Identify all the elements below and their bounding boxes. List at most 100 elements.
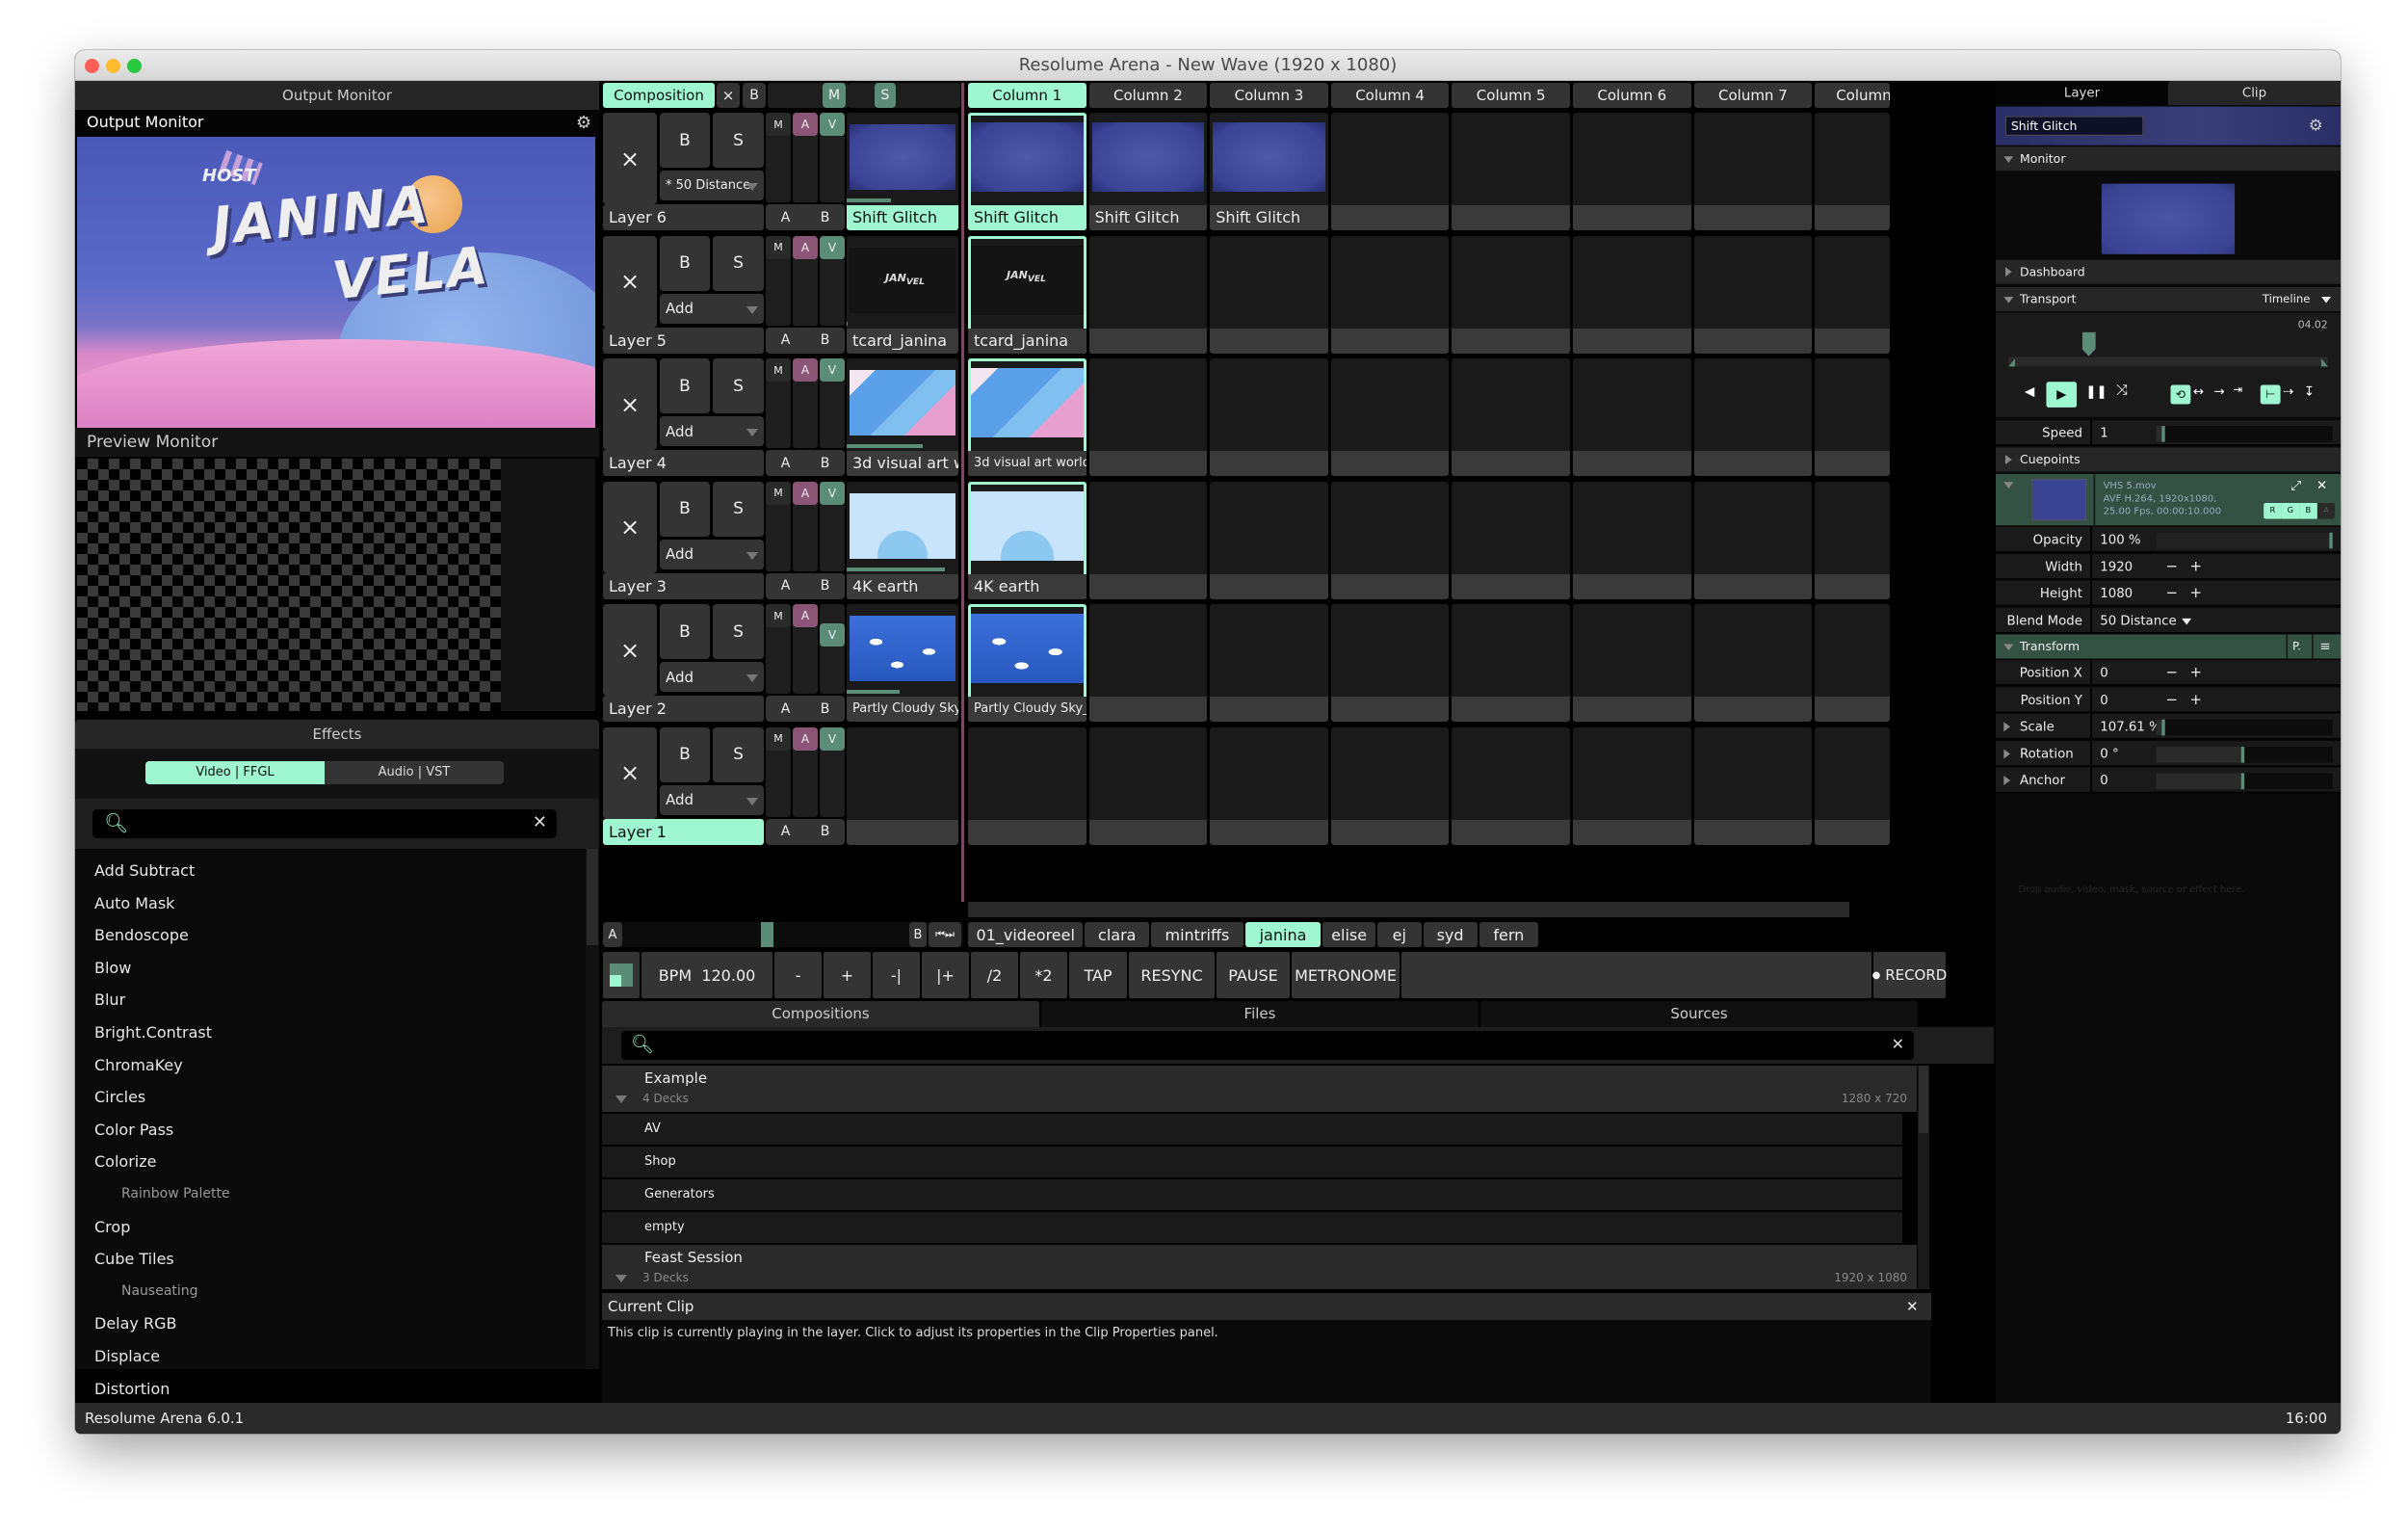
clip-slot[interactable] — [1088, 604, 1208, 722]
increment-button[interactable]: + — [2189, 581, 2202, 607]
layer-clear-button[interactable]: × — [603, 235, 657, 328]
effect-item[interactable]: Delay RGB — [75, 1307, 586, 1340]
close-current-clip-icon[interactable]: ✕ — [1906, 1293, 1919, 1320]
layer-solo-button[interactable]: S — [713, 358, 764, 413]
clip-slot[interactable] — [1088, 235, 1208, 354]
layer-crossfade-ab[interactable]: AB — [766, 204, 845, 230]
clip-slot[interactable] — [1088, 358, 1208, 476]
effect-item[interactable]: Cube Tiles — [75, 1243, 586, 1276]
effect-item[interactable]: Rainbow Palette — [75, 1178, 586, 1211]
crossfade-b[interactable]: B — [821, 701, 830, 717]
effect-item[interactable]: Displace — [75, 1340, 586, 1373]
composition-bypass-button[interactable]: B — [743, 83, 766, 108]
tempo-button[interactable]: |+ — [922, 952, 969, 998]
speed-slider[interactable] — [2156, 426, 2333, 442]
composition-button[interactable]: Composition — [603, 83, 715, 108]
clip-slot[interactable] — [1815, 481, 1891, 599]
bounce-icon[interactable]: ↔ — [2193, 383, 2204, 399]
layer-bypass-button[interactable]: B — [660, 481, 710, 537]
deck-tab[interactable]: mintriffs — [1151, 922, 1243, 947]
property-value[interactable]: 107.61 % — [2100, 714, 2161, 740]
effect-item[interactable]: Crop — [75, 1211, 586, 1244]
clip-slot[interactable] — [1210, 235, 1328, 354]
composition-group[interactable]: Feast Session 3 Decks 1920 x 1080 — [602, 1245, 1917, 1289]
clip-slot[interactable] — [1693, 358, 1813, 476]
chevron-down-icon[interactable] — [615, 1275, 627, 1282]
clip-slot[interactable] — [1452, 481, 1570, 599]
speed-value[interactable]: 1 — [2100, 420, 2107, 446]
clip-slot[interactable] — [1330, 604, 1450, 722]
trigger-mode-icon[interactable]: ⊢ — [2260, 384, 2281, 405]
property-value[interactable]: 1080 — [2100, 581, 2133, 607]
close-icon[interactable]: ✕ — [2316, 477, 2327, 492]
column-header[interactable]: Column 1 — [968, 83, 1086, 108]
clip-slot[interactable] — [1088, 481, 1208, 599]
crossfade-b[interactable]: B — [821, 578, 830, 594]
bpm-display[interactable]: BPM 120.00 — [641, 952, 772, 998]
property-slider[interactable] — [2156, 746, 2333, 763]
property-value[interactable]: 1920 — [2100, 554, 2133, 580]
clip-slot[interactable] — [1452, 604, 1570, 722]
tempo-button[interactable]: - — [774, 952, 822, 998]
layer-crossfade-ab[interactable]: AB — [766, 572, 845, 599]
tempo-button[interactable]: *2 — [1020, 952, 1067, 998]
deck-tab[interactable]: clara — [1085, 922, 1150, 947]
crossfader[interactable]: A B ⏮⏭ — [603, 922, 963, 947]
clip-slot[interactable]: Shift Glitch — [968, 113, 1086, 230]
column-header[interactable]: Column 8 — [1815, 83, 1891, 108]
effect-item[interactable]: Circles — [75, 1081, 586, 1114]
clip-slot[interactable] — [1452, 358, 1570, 476]
browser-tab[interactable]: Files — [1041, 1001, 1479, 1027]
clip-slot[interactable] — [1693, 235, 1813, 354]
layer-clear-button[interactable]: × — [603, 604, 657, 696]
tempo-button[interactable]: METRONOME — [1292, 952, 1400, 998]
column-header[interactable]: Column 4 — [1330, 83, 1450, 108]
tab-audio-vst[interactable]: Audio | VST — [325, 761, 504, 784]
timeline-in-marker[interactable] — [2008, 358, 2015, 367]
clip-slot[interactable] — [1210, 604, 1328, 722]
effect-item[interactable]: Bendoscope — [75, 919, 586, 952]
layer-clear-button[interactable]: × — [603, 113, 657, 204]
clear-search-icon[interactable]: ✕ — [1892, 1035, 1904, 1053]
layer-crossfade-ab[interactable]: AB — [766, 450, 845, 476]
compositions-scrollbar[interactable] — [1918, 1066, 1929, 1289]
composition-group[interactable]: Example 4 Decks 1280 x 720 — [602, 1066, 1917, 1112]
channel-r-toggle[interactable]: R — [2264, 502, 2282, 519]
clip-slot[interactable] — [1330, 726, 1450, 845]
crossfade-a[interactable]: A — [781, 332, 791, 348]
timeline-track[interactable] — [2008, 356, 2328, 367]
play-reverse-icon[interactable]: ◀ — [2025, 383, 2034, 399]
section-transform[interactable]: Transform P. ≡ — [1996, 634, 2341, 659]
layer-mute-button[interactable]: M — [766, 604, 791, 627]
column-header[interactable]: Column 2 — [1088, 83, 1208, 108]
layer-audio-button[interactable]: A — [793, 113, 818, 136]
clip-slot[interactable] — [1693, 726, 1813, 845]
effect-item[interactable]: Nauseating — [75, 1276, 586, 1308]
crossfade-a[interactable]: A — [781, 456, 791, 471]
layer-solo-button[interactable]: S — [713, 113, 764, 168]
clip-slot[interactable] — [1452, 113, 1570, 230]
layer-solo-button[interactable]: S — [713, 604, 764, 659]
deck-tab[interactable]: janina — [1244, 922, 1322, 947]
clip-slot[interactable]: Shift Glitch — [1088, 113, 1208, 230]
layer-video-button[interactable]: V — [820, 113, 845, 136]
layer-mute-button[interactable]: M — [766, 358, 791, 382]
property-value[interactable]: 0 ° — [2100, 741, 2118, 767]
tab-clip[interactable]: Clip — [2168, 81, 2341, 105]
layer-audio-button[interactable]: A — [793, 235, 818, 259]
expand-icon[interactable]: ⤢ — [2290, 477, 2301, 493]
crossfader-a-button[interactable]: A — [603, 922, 622, 947]
layer-blend-dropdown[interactable]: Add — [660, 416, 764, 446]
effect-item[interactable]: Distortion — [75, 1373, 586, 1406]
layer-launch-cell[interactable]: Partly Cloudy Sky_2 — [847, 604, 958, 722]
crossfader-skip-buttons[interactable]: ⏮⏭ — [929, 922, 961, 947]
browser-tab[interactable]: Compositions — [602, 1001, 1039, 1027]
deck-tab[interactable]: elise — [1322, 922, 1376, 947]
layer-video-button[interactable]: V — [820, 481, 845, 505]
layer-bypass-button[interactable]: B — [660, 358, 710, 413]
clip-slot[interactable]: JANVEL tcard_janina — [968, 235, 1086, 354]
layer-bypass-button[interactable]: B — [660, 235, 710, 291]
deck-tab[interactable]: syd — [1423, 922, 1478, 947]
play-once-hold-icon[interactable]: ⇥ — [2233, 383, 2242, 396]
deck-item[interactable]: Shop — [602, 1147, 1902, 1177]
